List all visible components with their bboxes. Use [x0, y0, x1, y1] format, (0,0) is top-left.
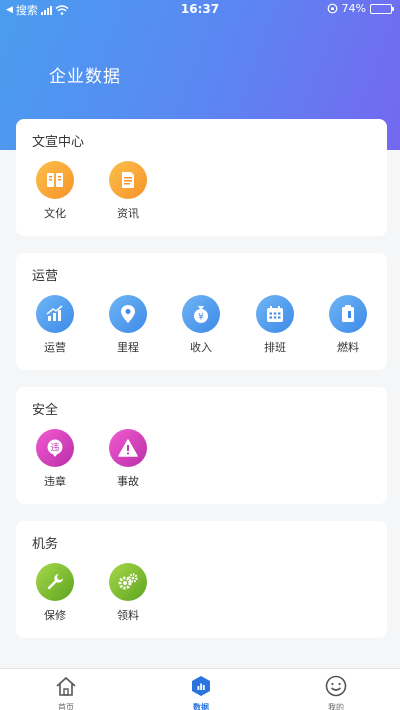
location-pin-icon — [109, 295, 147, 333]
grid-item-label: 收入 — [190, 341, 212, 354]
orientation-lock-icon — [327, 3, 337, 14]
grid-item-label: 资讯 — [117, 207, 139, 220]
section-title: 运营 — [32, 269, 59, 284]
wrench-icon — [36, 563, 74, 601]
grid-item-label: 保修 — [44, 609, 66, 622]
grid-item-accident[interactable]: 事故 — [100, 429, 156, 489]
tab-label: 首页 — [58, 703, 74, 710]
section-card-operations: 运营 运营 里程 ¥ 收入 排班 燃料 — [16, 253, 387, 370]
section-title: 文宣中心 — [32, 135, 85, 150]
status-bar: ◀ 搜索 16:37 74% — [0, 0, 400, 18]
smile-icon — [325, 675, 347, 697]
book-icon — [36, 161, 74, 199]
grid-item-mileage[interactable]: 里程 — [100, 295, 156, 355]
home-icon — [56, 676, 76, 696]
section-card-maintenance: 机务 保修 领料 — [16, 521, 387, 638]
grid-item-income[interactable]: ¥ 收入 — [173, 295, 229, 355]
violation-badge-text: 违 — [50, 443, 59, 454]
grid-item-violation[interactable]: 违 违章 — [27, 429, 83, 489]
page-title: 企业数据 — [49, 67, 121, 87]
warning-icon — [109, 429, 147, 467]
grid-item-label: 领料 — [117, 609, 139, 622]
tab-label: 数据 — [193, 703, 209, 710]
grid-item-label: 排班 — [264, 341, 286, 354]
tab-home[interactable]: 首页 — [36, 675, 96, 710]
grid-item-label: 违章 — [44, 475, 66, 488]
grid-item-culture[interactable]: 文化 — [27, 161, 83, 221]
document-icon — [109, 161, 147, 199]
grid-item-label: 文化 — [44, 207, 66, 220]
bottom-tab-bar: 首页 数据 我的 — [0, 668, 400, 710]
grid-item-label: 运营 — [44, 341, 66, 354]
section-title: 安全 — [32, 403, 59, 418]
svg-text:¥: ¥ — [198, 313, 204, 323]
grid-item-materials[interactable]: 领料 — [100, 563, 156, 623]
section-card-safety: 安全 违 违章 事故 — [16, 387, 387, 504]
violation-badge-icon: 违 — [36, 429, 74, 467]
grid-item-operations[interactable]: 运营 — [27, 295, 83, 355]
section-title: 机务 — [32, 537, 59, 552]
tab-data[interactable]: 数据 — [171, 675, 231, 710]
calendar-icon — [256, 295, 294, 333]
grid-item-label: 事故 — [117, 475, 139, 488]
money-bag-icon: ¥ — [182, 295, 220, 333]
grid-item-news[interactable]: 资讯 — [100, 161, 156, 221]
grid-item-fuel[interactable]: 燃料 — [320, 295, 376, 355]
data-hex-icon — [192, 676, 210, 696]
grid-item-label: 燃料 — [337, 341, 359, 354]
gears-icon — [109, 563, 147, 601]
battery-icon — [370, 3, 394, 14]
fuel-icon — [329, 295, 367, 333]
grid-item-label: 里程 — [117, 341, 139, 354]
tab-label: 我的 — [328, 703, 344, 710]
section-card-culture: 文宣中心 文化 资讯 — [16, 119, 387, 236]
grid-item-schedule[interactable]: 排班 — [247, 295, 303, 355]
trend-chart-icon — [36, 295, 74, 333]
grid-item-repair[interactable]: 保修 — [27, 563, 83, 623]
tab-mine[interactable]: 我的 — [306, 675, 366, 710]
battery-percent: 74% — [341, 2, 366, 15]
